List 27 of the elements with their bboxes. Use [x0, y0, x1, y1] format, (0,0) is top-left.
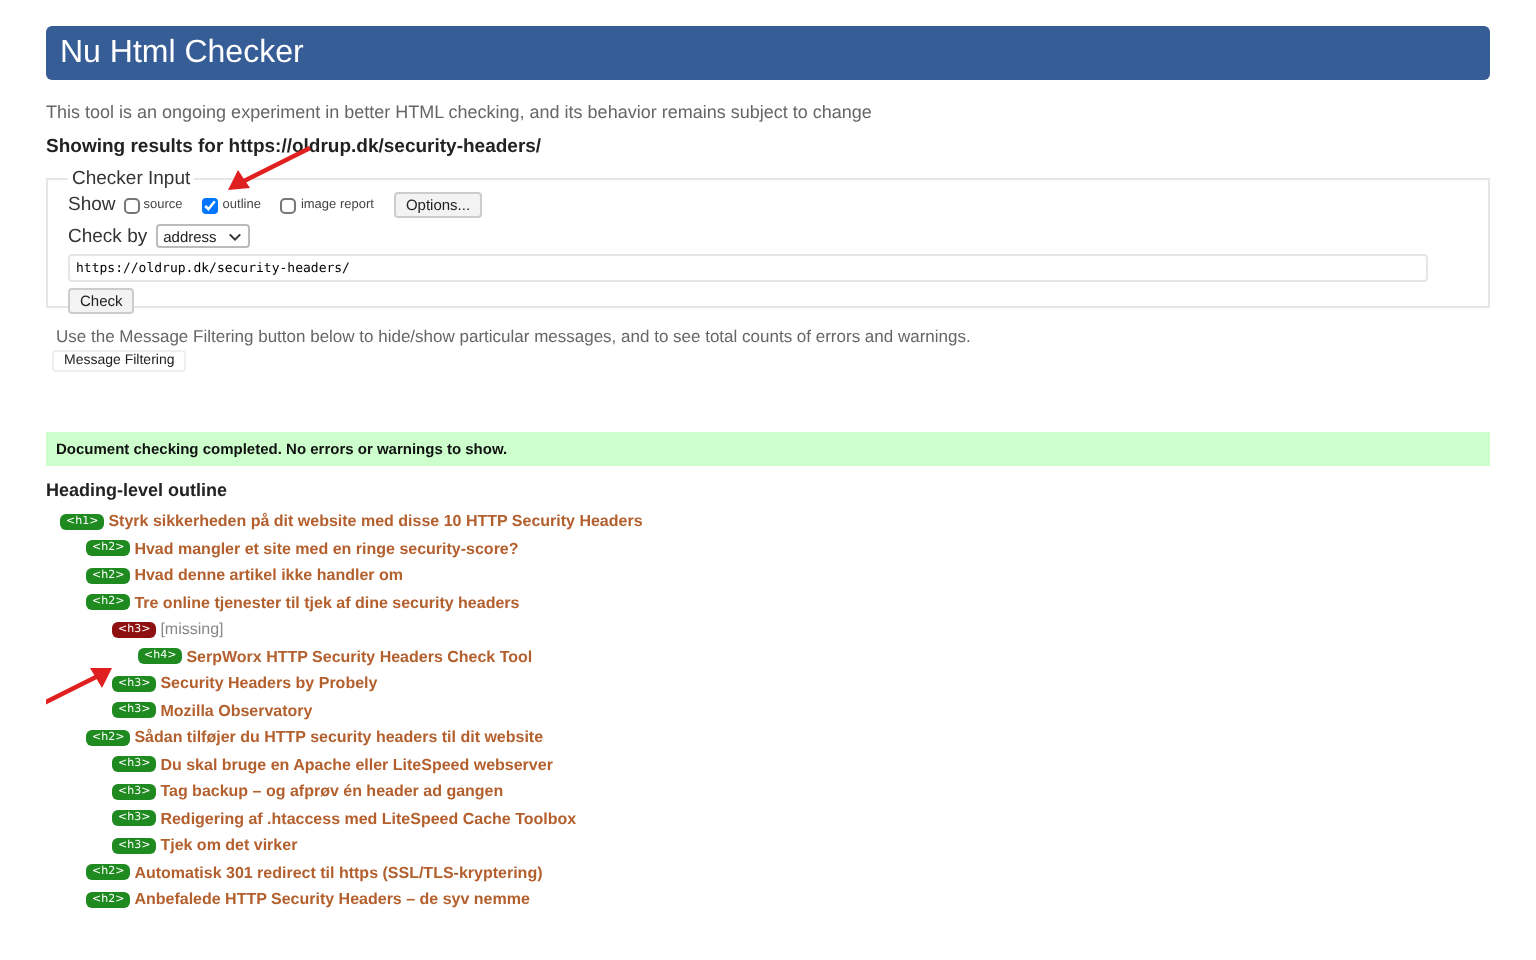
option-checkbox[interactable]	[202, 197, 219, 213]
heading-text: Security Headers by Probely	[160, 674, 378, 693]
option-checkbox[interactable]	[123, 197, 140, 213]
panel-legend: Checker Input	[68, 168, 195, 190]
heading-text: Automatisk 301 redirect til https (SSL/TLS-kryptering)	[134, 863, 543, 882]
show-label: Show	[68, 194, 116, 216]
heading-text: Redigering af .htaccess med LiteSpeed Cache Toolbox	[160, 809, 577, 828]
results-heading: Showing results for https://oldrup.dk/security-headers/	[46, 136, 544, 158]
heading-text: Tag backup – og afprøv én header ad gangen	[160, 782, 504, 801]
option-checkbox[interactable]	[280, 197, 297, 213]
heading-text: Styrk sikkerheden på dit website med disse 10 HTTP Security Headers	[108, 512, 643, 531]
check-by-label: Check by	[68, 225, 148, 247]
page-title: Nu Html Checker	[60, 35, 304, 71]
heading-text: Tre online tjenester til tjek af dine security headers	[134, 593, 520, 612]
heading-text: SerpWorx HTTP Security Headers Check Tool	[186, 647, 533, 666]
intro-text: This tool is an ongoing experiment in better HTML checking, and its behavior remains subject to change	[46, 102, 874, 122]
heading-text: Sådan tilføjer du HTTP security headers til dit website	[134, 728, 544, 747]
caret-icon	[228, 231, 243, 241]
heading-text: Mozilla Observatory	[160, 701, 313, 720]
heading-text: Du skal bruge en Apache eller LiteSpeed webserver	[160, 755, 553, 774]
heading-text: Hvad mangler et site med en ringe security-score?	[134, 539, 519, 558]
heading-text: Tjek om det virker	[160, 836, 298, 855]
outline-heading: Heading-level outline	[46, 480, 230, 500]
heading-text: Anbefalede HTTP Security Headers – de syv nemme	[134, 890, 530, 909]
heading-text: [missing]	[160, 620, 224, 639]
heading-text: Hvad denne artikel ikke handler om	[134, 566, 403, 585]
filter-note: Use the Message Filtering button below to hide/show particular messages, and to see total counts of errors and warnings.	[56, 326, 973, 346]
